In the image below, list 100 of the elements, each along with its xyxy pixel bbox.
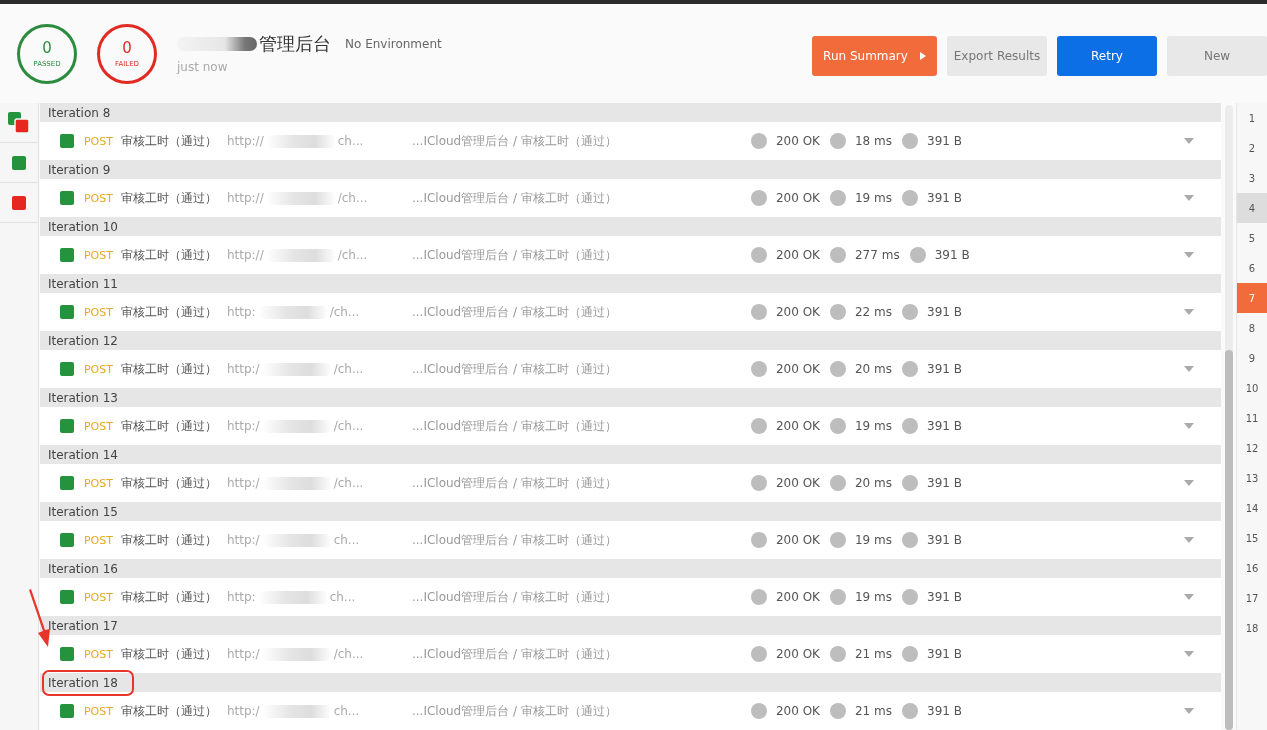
run-time: just now — [177, 59, 229, 74]
caret-icon[interactable] — [1184, 138, 1195, 144]
caret-icon[interactable] — [1184, 309, 1195, 315]
time-dot — [830, 475, 846, 491]
response-time: 18 ms — [855, 134, 892, 148]
url-end: /ch... — [329, 305, 360, 319]
url-start: http:/ — [226, 533, 260, 547]
response-size: 391 B — [927, 134, 962, 148]
iteration-tab[interactable]: 8 — [1237, 313, 1267, 343]
size-dot — [902, 190, 918, 206]
status-dot — [750, 589, 767, 605]
request-method: POST — [83, 134, 114, 148]
caret-icon[interactable] — [1184, 594, 1195, 600]
url-end: ch... — [333, 704, 360, 718]
request-path: ...ICloud管理后台 / 审核工时（通过） — [411, 531, 618, 549]
iteration-tab[interactable]: 4 — [1237, 193, 1267, 223]
iteration-tab[interactable]: 13 — [1237, 463, 1267, 493]
url-start: http:// — [226, 134, 264, 148]
request-name: 审核工时（通过） — [120, 531, 218, 549]
caret-icon[interactable] — [1184, 480, 1195, 486]
request-name: 审核工时（通过） — [120, 246, 218, 264]
failed-filter-icon[interactable] — [11, 195, 26, 210]
passed-filter-icon[interactable] — [11, 155, 26, 170]
request-name: 审核工时（通过） — [120, 303, 218, 321]
request-path: ...ICloud管理后台 / 审核工时（通过） — [411, 474, 618, 492]
status-dot — [750, 646, 767, 662]
url-start: http:/ — [226, 647, 260, 661]
url-end: /ch... — [333, 362, 364, 376]
status-dot — [750, 418, 767, 434]
iteration-tab[interactable]: 11 — [1237, 403, 1267, 433]
response-time: 19 ms — [855, 419, 892, 433]
caret-icon[interactable] — [1184, 366, 1195, 372]
iteration-tab[interactable]: 15 — [1237, 523, 1267, 553]
time-dot — [830, 133, 846, 149]
response-status: 200 OK — [775, 248, 820, 262]
iteration-tab[interactable]: 2 — [1237, 133, 1267, 163]
request-path: ...ICloud管理后台 / 审核工时（通过） — [411, 417, 618, 435]
action-button[interactable]: Retry — [1057, 36, 1157, 76]
scrollbar[interactable] — [1225, 105, 1234, 730]
response-time: 22 ms — [855, 305, 892, 319]
status-dot — [750, 190, 767, 206]
request-method: POST — [83, 647, 114, 661]
size-dot — [902, 646, 918, 662]
response-status: 200 OK — [775, 362, 820, 376]
request-method: POST — [83, 362, 114, 376]
iteration-tab[interactable]: 18 — [1237, 613, 1267, 643]
request-method: POST — [83, 476, 114, 490]
url-end: /ch... — [333, 647, 364, 661]
response-time: 277 ms — [855, 248, 900, 262]
url-start: http:/ — [226, 704, 260, 718]
request-name: 审核工时（通过） — [120, 189, 218, 207]
url-end: /ch... — [337, 191, 368, 205]
iteration-tab[interactable]: 5 — [1237, 223, 1267, 253]
response-status: 200 OK — [775, 419, 820, 433]
iteration-header: Iteration 9 — [46, 161, 112, 178]
iteration-tab[interactable]: 3 — [1237, 163, 1267, 193]
time-dot — [830, 247, 846, 263]
request-path: ...ICloud管理后台 / 审核工时（通过） — [411, 246, 618, 264]
url-start: http:/ — [226, 476, 260, 490]
iteration-tab[interactable]: 9 — [1237, 343, 1267, 373]
iteration-tab[interactable]: 12 — [1237, 433, 1267, 463]
request-method: POST — [83, 305, 114, 319]
url-start: http:// — [226, 191, 264, 205]
response-status: 200 OK — [775, 476, 820, 490]
response-status: 200 OK — [775, 590, 820, 604]
request-name: 审核工时（通过） — [120, 588, 218, 606]
iteration-tab[interactable]: 6 — [1237, 253, 1267, 283]
response-size: 391 B — [927, 362, 962, 376]
action-button[interactable]: New — [1167, 36, 1267, 76]
caret-icon[interactable] — [1184, 252, 1195, 258]
response-status: 200 OK — [775, 134, 820, 148]
url-end: /ch... — [333, 476, 364, 490]
iteration-tab[interactable]: 10 — [1237, 373, 1267, 403]
iteration-tab[interactable]: 1 — [1237, 103, 1267, 133]
size-dot — [902, 133, 918, 149]
request-path: ...ICloud管理后台 / 审核工时（通过） — [411, 132, 618, 150]
iteration-tab[interactable]: 16 — [1237, 553, 1267, 583]
status-dot — [750, 247, 767, 263]
request-name: 审核工时（通过） — [120, 474, 218, 492]
request-path: ...ICloud管理后台 / 审核工时（通过） — [411, 303, 618, 321]
time-dot — [830, 703, 846, 719]
response-size: 391 B — [934, 248, 970, 262]
iteration-header: Iteration 16 — [46, 560, 119, 577]
caret-icon[interactable] — [1184, 423, 1195, 429]
caret-icon[interactable] — [1184, 195, 1195, 201]
caret-icon[interactable] — [1184, 537, 1195, 543]
response-size: 391 B — [927, 533, 962, 547]
action-button[interactable]: Export Results — [947, 36, 1047, 76]
url-start: http: — [226, 590, 256, 604]
request-name: 审核工时（通过） — [120, 132, 218, 150]
iteration-tab[interactable]: 17 — [1237, 583, 1267, 613]
all-results-icon[interactable] — [7, 111, 30, 134]
request-path: ...ICloud管理后台 / 审核工时（通过） — [411, 189, 618, 207]
response-time: 19 ms — [855, 590, 892, 604]
request-method: POST — [83, 419, 114, 433]
caret-icon[interactable] — [1184, 708, 1195, 714]
iteration-tab[interactable]: 14 — [1237, 493, 1267, 523]
response-time: 20 ms — [855, 362, 892, 376]
caret-icon[interactable] — [1184, 651, 1195, 657]
time-dot — [830, 304, 846, 320]
